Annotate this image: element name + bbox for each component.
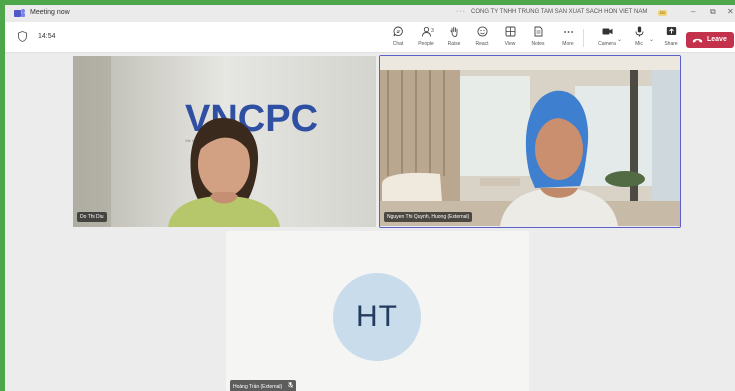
organization-name[interactable]: CONG TY TNHH TRUNG TAM SAN XUAT SACH HON… — [471, 9, 647, 15]
more-button[interactable]: More — [554, 26, 582, 47]
react-label: React — [475, 41, 489, 47]
hang-up-icon — [692, 38, 703, 43]
meeting-toolbar: 14:54 Chat 3 People Raise React View Not… — [5, 22, 735, 53]
camera-options-chevron-icon[interactable]: ⌄ — [617, 36, 622, 43]
minimize-icon[interactable]: – — [691, 7, 695, 16]
teams-app-icon — [14, 9, 25, 17]
participant-video: VNCPC Vie nse Ca Lê — [73, 56, 376, 227]
toolbar-separator — [583, 29, 584, 47]
more-label: More — [562, 41, 574, 47]
notes-button[interactable]: Notes — [524, 26, 552, 47]
mic-icon — [635, 26, 643, 37]
raise-hand-icon — [449, 26, 457, 37]
avatar-initials: HT — [356, 300, 398, 333]
react-button[interactable]: React — [468, 26, 496, 47]
raise-label: Raise — [447, 41, 461, 47]
participant-name: Nguyen Thi Quynh, Huong (External) — [387, 214, 470, 220]
chat-label: Chat — [392, 41, 404, 47]
participant-tile-nguyen-thi-quynh-huong[interactable]: Nguyen Thi Quynh, Huong (External) — [379, 55, 681, 228]
chat-button[interactable]: Chat — [384, 26, 412, 47]
participant-name-tag: Nguyen Thi Quynh, Huong (External) — [384, 212, 473, 222]
participant-name-tag: Do Thi Diu — [77, 212, 107, 222]
raise-button[interactable]: Raise — [440, 26, 468, 47]
title-more-icon[interactable]: ··· — [456, 8, 466, 15]
camera-icon — [602, 28, 612, 35]
people-icon — [421, 26, 431, 37]
react-icon — [476, 26, 488, 37]
view-icon — [505, 26, 515, 37]
shield-icon — [18, 31, 27, 42]
title-bar: Meeting now ··· CONG TY TNHH TRUNG TAM S… — [5, 5, 735, 22]
view-button[interactable]: View — [496, 26, 524, 47]
participant-name: Hoàng Trần (External) — [233, 384, 283, 390]
mic-off-icon — [287, 382, 293, 388]
notes-label: Notes — [531, 41, 545, 47]
people-count: 3 — [431, 28, 434, 34]
notes-icon — [534, 26, 542, 37]
meeting-timer: 14:54 — [38, 33, 56, 40]
people-label: People — [418, 41, 434, 47]
chat-icon — [393, 26, 403, 37]
participant-name-tag: Hoàng Trần (External) — [230, 380, 296, 391]
participant-video — [380, 56, 680, 226]
avatar: HT — [333, 273, 421, 361]
participant-name: Do Thi Diu — [80, 214, 104, 220]
leave-label: Leave — [707, 36, 727, 43]
mic-options-chevron-icon[interactable]: ⌄ — [649, 36, 654, 43]
video-stage: VNCPC Vie nse Ca Lê Do Thi Diu — [5, 53, 735, 391]
window-title: Meeting now — [30, 9, 70, 16]
teams-meeting-window: Meeting now ··· CONG TY TNHH TRUNG TAM S… — [5, 5, 735, 391]
people-button[interactable]: 3 People — [412, 26, 440, 47]
close-icon[interactable]: ✕ — [727, 7, 734, 16]
more-icon — [563, 31, 573, 33]
share-label: Share — [664, 41, 678, 47]
participant-tile-do-thi-diu[interactable]: VNCPC Vie nse Ca Lê Do Thi Diu — [73, 56, 376, 227]
view-label: View — [504, 41, 516, 47]
restore-icon[interactable]: ⧉ — [710, 7, 716, 17]
share-button[interactable]: Share — [657, 26, 685, 47]
share-icon — [666, 27, 676, 35]
organization-badge: DD — [658, 10, 667, 16]
leave-button[interactable]: Leave — [686, 32, 734, 48]
participant-tile-hoang-tran[interactable]: HT Hoàng Trần (External) — [226, 231, 529, 391]
